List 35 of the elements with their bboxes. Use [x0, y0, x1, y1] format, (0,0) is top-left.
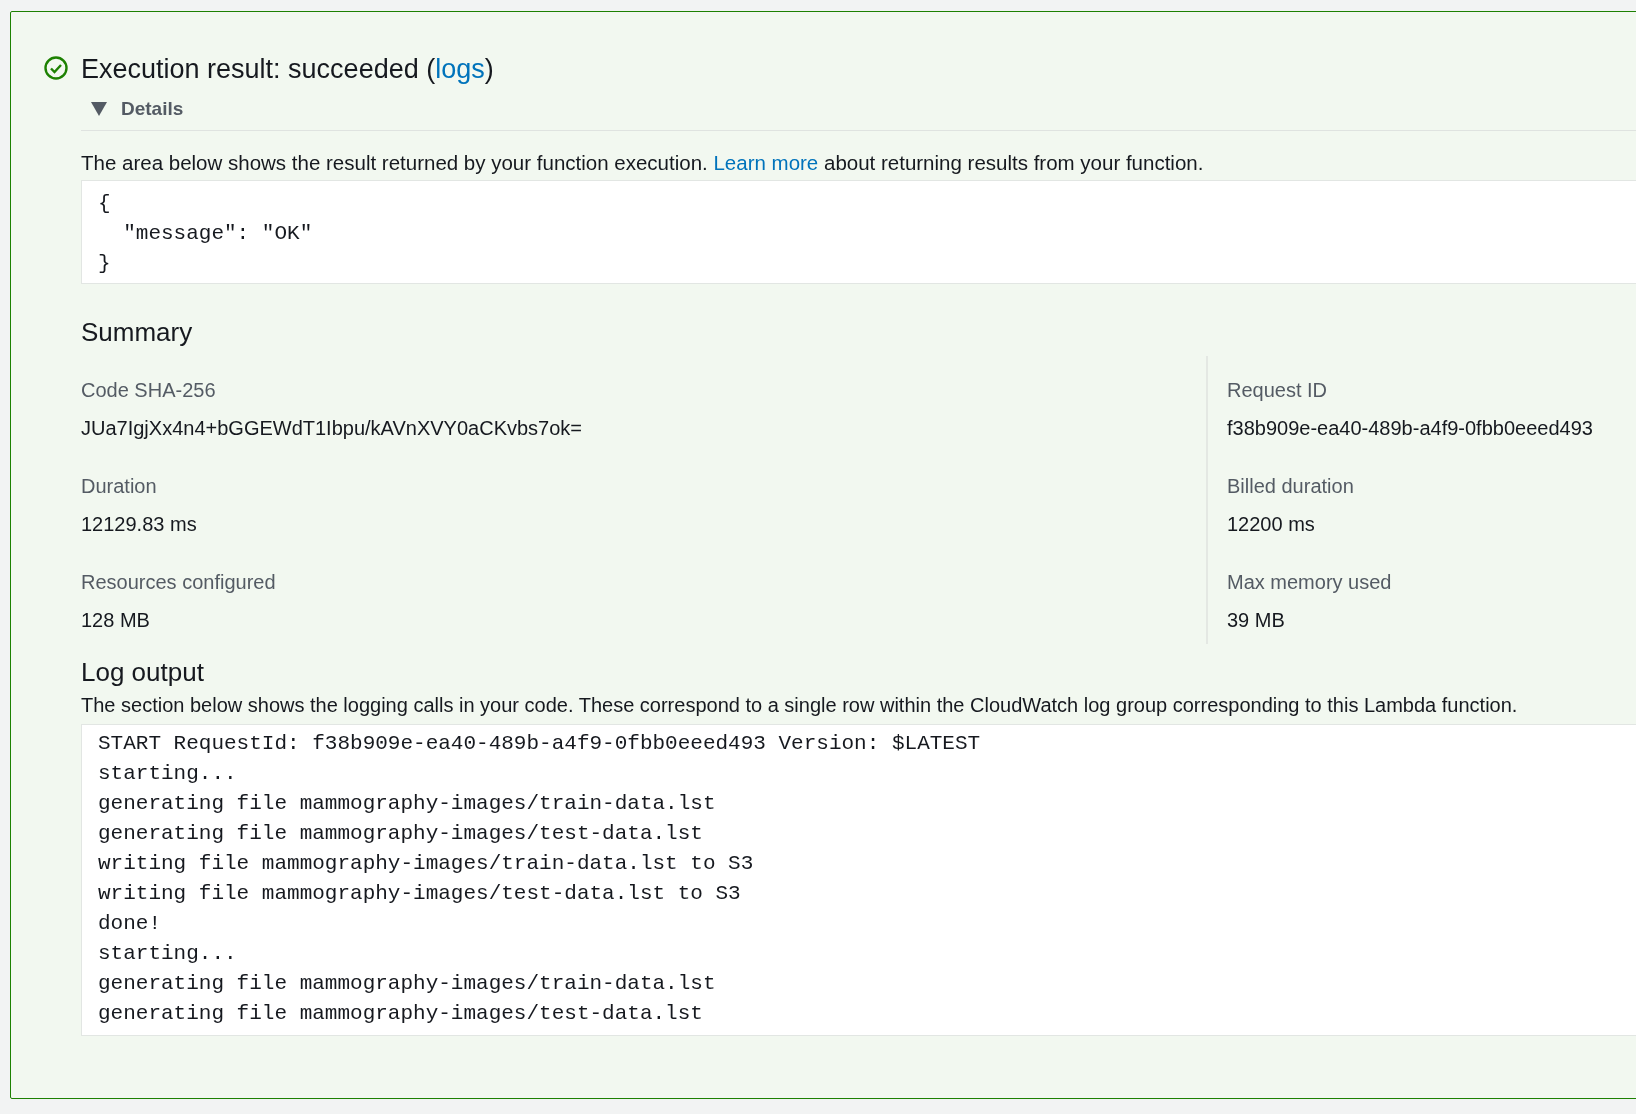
logs-link[interactable]: logs: [435, 54, 485, 84]
log-line: generating file mammography-images/test-data.lst: [98, 1001, 704, 1027]
code-line: {: [98, 191, 112, 217]
caret-icon[interactable]: [91, 102, 107, 116]
check-circle-icon: [43, 55, 69, 81]
log-description: The section below shows the logging calls in your code. These correspond to a single row within the CloudWatch log group corresponding to this Lambda function.: [81, 694, 1519, 716]
log-line: generating file mammography-images/train-data.lst: [98, 971, 717, 997]
field-label: Code SHA-256: [81, 378, 217, 402]
field-value: 39 MB: [1227, 608, 1286, 632]
code-line: }: [98, 251, 112, 277]
summary-heading: Summary: [81, 316, 194, 348]
result-description: The area below shows the result returned by your function execution. Learn more about returning results from your function.: [81, 152, 1205, 174]
field-value: 12200 ms: [1227, 512, 1316, 536]
log-line: generating file mammography-images/train-data.lst: [98, 791, 717, 817]
field-label: Request ID: [1227, 378, 1329, 402]
execution-result-title: Execution result: succeeded (logs): [81, 53, 494, 86]
log-line: done!: [98, 911, 162, 937]
field-value: 128 MB: [81, 608, 151, 632]
log-line: writing file mammography-images/train-data.lst to S3: [98, 851, 755, 877]
log-line: START RequestId: f38b909e-ea40-489b-a4f9-0fbb0eeed493 Version: $LATEST: [98, 731, 982, 757]
field-value: f38b909e-ea40-489b-a4f9-0fbb0eeed493: [1227, 416, 1594, 440]
field-value: 12129.83 ms: [81, 512, 198, 536]
log-line: starting...: [98, 941, 238, 967]
field-label: Resources configured: [81, 570, 277, 594]
details-toggle[interactable]: Details: [121, 98, 184, 120]
log-output-heading: Log output: [81, 656, 205, 688]
field-label: Billed duration: [1227, 474, 1355, 498]
field-label: Max memory used: [1227, 570, 1393, 594]
code-line: "message": "OK": [122, 221, 314, 247]
log-line: writing file mammography-images/test-data.lst to S3: [98, 881, 742, 907]
log-line: starting...: [98, 761, 238, 787]
log-line: generating file mammography-images/test-data.lst: [98, 821, 704, 847]
field-value: JUa7IgjXx4n4+bGGEWdT1Ibpu/kAVnXVY0aCKvbs7ok=: [81, 416, 583, 440]
learn-more-link[interactable]: Learn more: [713, 151, 819, 174]
field-label: Duration: [81, 474, 158, 498]
